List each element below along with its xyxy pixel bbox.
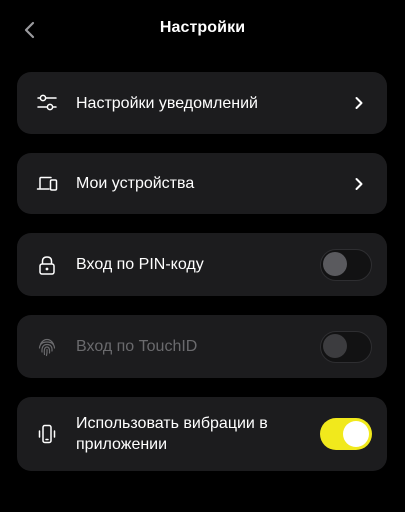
vibration-toggle[interactable] bbox=[320, 418, 372, 450]
toggle-knob bbox=[323, 252, 347, 276]
settings-item-vibration: Использовать вибрации в приложении bbox=[17, 397, 387, 471]
settings-item-label: Вход по PIN-коду bbox=[76, 256, 204, 273]
settings-item-label: Использовать вибрации в приложении bbox=[76, 415, 268, 453]
devices-icon bbox=[36, 173, 58, 195]
settings-item-devices[interactable]: Мои устройства bbox=[17, 153, 387, 214]
lock-icon bbox=[36, 254, 58, 276]
sliders-icon bbox=[36, 92, 58, 114]
page-title: Настройки bbox=[159, 19, 246, 36]
settings-item-notifications[interactable]: Настройки уведомлений bbox=[17, 72, 387, 134]
toggle-knob bbox=[323, 334, 347, 358]
fingerprint-icon bbox=[36, 336, 58, 358]
pin-login-toggle[interactable] bbox=[320, 248, 372, 281]
vibration-icon bbox=[36, 423, 58, 445]
chevron-right-icon[interactable] bbox=[351, 95, 367, 111]
toggle-knob bbox=[343, 421, 369, 447]
settings-item-label: Настройки уведомлений bbox=[76, 94, 258, 112]
settings-item-touchid-login: Вход по TouchID bbox=[17, 315, 387, 378]
chevron-right-icon[interactable] bbox=[351, 176, 367, 192]
touchid-login-toggle bbox=[320, 330, 372, 363]
settings-item-label: Вход по TouchID bbox=[76, 338, 198, 355]
settings-item-label: Мои устройства bbox=[76, 175, 195, 192]
settings-item-pin-login: Вход по PIN-коду bbox=[17, 233, 387, 296]
header: Настройки bbox=[0, 0, 405, 62]
